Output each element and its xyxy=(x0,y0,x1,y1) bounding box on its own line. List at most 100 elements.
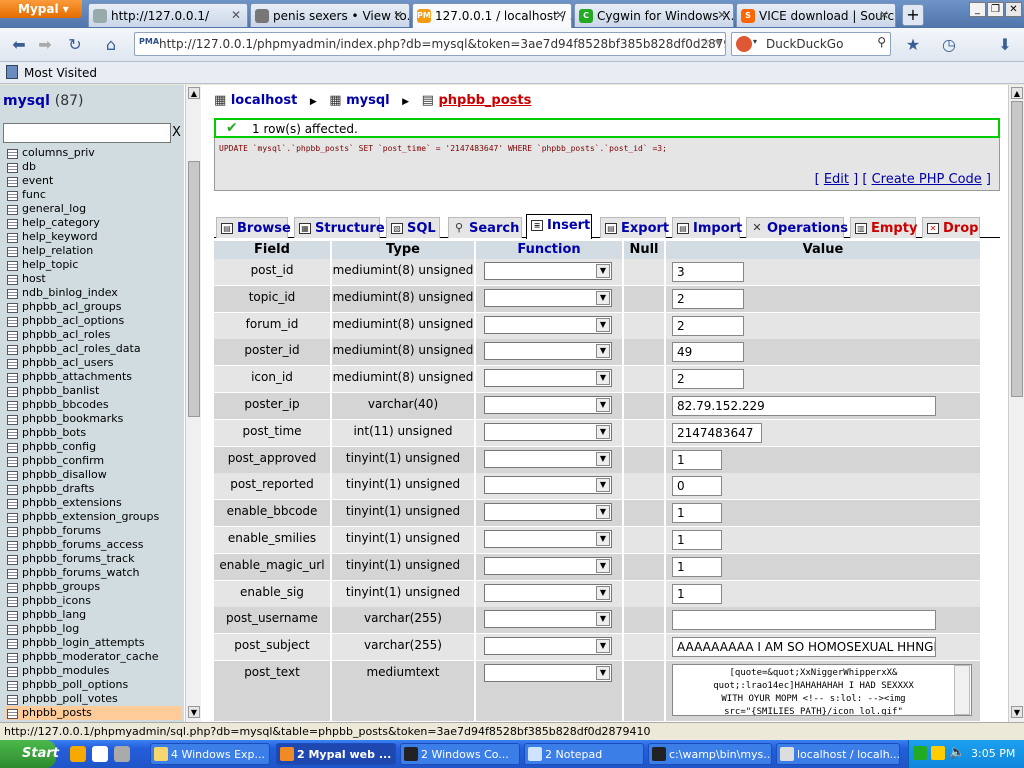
database-title[interactable]: mysql (87) xyxy=(3,93,84,109)
table-list-item[interactable]: phpbb_config xyxy=(6,440,182,454)
function-select[interactable]: ▼ xyxy=(484,262,612,280)
tab-search[interactable]: ⚲ Search xyxy=(448,217,522,238)
value-input[interactable]: 1 xyxy=(672,449,722,470)
value-input[interactable]: 2 xyxy=(672,315,744,336)
wamp-icon[interactable] xyxy=(913,746,927,760)
table-list-item[interactable]: phpbb_moderator_cache xyxy=(6,650,182,664)
table-list-item[interactable]: phpbb_acl_options xyxy=(6,314,182,328)
table-list-item[interactable]: phpbb_extension_groups xyxy=(6,510,182,524)
tab-import[interactable]: ▤ Import xyxy=(672,217,742,238)
table-list-item[interactable]: ndb_binlog_index xyxy=(6,286,182,300)
value-input[interactable]: 2 xyxy=(672,288,744,309)
table-filter-input[interactable] xyxy=(3,123,171,143)
tab-empty[interactable]: ▥ Empty xyxy=(850,217,917,238)
tab-sql[interactable]: ▧ SQL xyxy=(386,217,440,238)
table-list-item[interactable]: phpbb_forums xyxy=(6,524,182,538)
browser-tab-3[interactable]: PMA 127.0.0.1 / localhost / ... ✕ xyxy=(412,3,572,28)
textarea-scrollbar[interactable] xyxy=(954,665,970,715)
value-input[interactable]: 2147483647 xyxy=(672,422,762,443)
table-list-item[interactable]: phpbb_bots xyxy=(6,426,182,440)
table-list-item[interactable]: phpbb_drafts xyxy=(6,482,182,496)
home-button[interactable]: ⌂ xyxy=(98,32,124,58)
search-input[interactable]: ▾ DuckDuckGo ⚲ xyxy=(731,32,891,56)
breadcrumb-database[interactable]: mysql xyxy=(346,93,390,108)
value-textarea[interactable]: [quote=&quot;XxNiggerWhipperxX& quot;:lr… xyxy=(672,664,972,716)
scroll-up-icon[interactable]: ▲ xyxy=(1011,87,1023,99)
table-list-item[interactable]: help_keyword xyxy=(6,230,182,244)
edit-query-link[interactable]: Edit xyxy=(824,172,849,187)
table-list-item[interactable]: phpbb_posts xyxy=(6,706,182,720)
download-button[interactable]: ⬇ xyxy=(992,32,1018,58)
table-list-item[interactable]: phpbb_acl_groups xyxy=(6,300,182,314)
tab-browse[interactable]: ▤ Browse xyxy=(216,217,291,238)
table-list-item[interactable]: phpbb_forums_watch xyxy=(6,566,182,580)
minimize-button[interactable]: _ xyxy=(969,2,986,17)
table-list-item[interactable]: phpbb_lang xyxy=(6,608,182,622)
url-bar[interactable]: PMA http://127.0.0.1/phpmyadmin/index.ph… xyxy=(134,32,726,56)
table-list-item[interactable]: phpbb_forums_track xyxy=(6,552,182,566)
close-window-button[interactable]: ✕ xyxy=(1005,2,1022,17)
function-select[interactable]: ▼ xyxy=(484,610,612,629)
table-list-item[interactable]: event xyxy=(6,174,182,188)
search-engine-dropdown-icon[interactable]: ▾ xyxy=(753,37,757,46)
table-list-item[interactable]: columns_priv xyxy=(6,146,182,160)
function-select[interactable]: ▼ xyxy=(484,315,612,334)
table-list-item[interactable]: general_log xyxy=(6,202,182,216)
magnifier-icon[interactable]: ⚲ xyxy=(877,35,886,49)
function-select[interactable]: ▼ xyxy=(484,422,612,441)
scroll-down-icon[interactable]: ▼ xyxy=(188,706,200,718)
function-select[interactable]: ▼ xyxy=(484,476,612,495)
history-button[interactable]: ◷ xyxy=(936,32,962,58)
quicklaunch-app-icon[interactable] xyxy=(114,746,130,762)
value-input[interactable]: 0 xyxy=(672,476,722,497)
table-list-item[interactable]: phpbb_banlist xyxy=(6,384,182,398)
table-list-item[interactable]: db xyxy=(6,160,182,174)
most-visited-link[interactable]: Most Visited xyxy=(24,66,97,80)
task-mypal[interactable]: 2 Mypal web ... xyxy=(276,743,396,765)
scroll-down-icon[interactable]: ▼ xyxy=(1011,706,1023,718)
task-notepad[interactable]: 2 Notepad xyxy=(524,743,644,765)
table-list-item[interactable]: help_topic xyxy=(6,258,182,272)
left-scrollbar[interactable]: ▲ ▼ xyxy=(185,85,201,722)
browser-tab-5[interactable]: S VICE download | Sourc... ✕ xyxy=(736,3,896,27)
browser-tab-4[interactable]: C Cygwin for Windows X... ✕ xyxy=(574,3,734,27)
table-list-item[interactable]: host xyxy=(6,272,182,286)
tab-export[interactable]: ▤ Export xyxy=(600,217,669,238)
function-select[interactable]: ▼ xyxy=(484,637,612,656)
browser-tab-2[interactable]: penis sexers • View to... ✕ xyxy=(250,3,410,27)
scrollbar-thumb[interactable] xyxy=(188,161,200,417)
task-windows-console[interactable]: 2 Windows Co... xyxy=(400,743,520,765)
task-localhost[interactable]: localhost / localh... xyxy=(776,743,900,765)
close-icon[interactable]: ✕ xyxy=(879,8,889,22)
table-list-item[interactable]: phpbb_confirm xyxy=(6,454,182,468)
table-list-item[interactable]: phpbb_attachments xyxy=(6,370,182,384)
browser-tab-1[interactable]: http://127.0.0.1/ ✕ xyxy=(88,3,248,27)
breadcrumb-table[interactable]: phpbb_posts xyxy=(438,93,531,108)
tab-operations[interactable]: ✕ Operations xyxy=(746,217,848,238)
table-list-item[interactable]: phpbb_forums_access xyxy=(6,538,182,552)
breadcrumb-server[interactable]: localhost xyxy=(231,93,297,108)
start-button[interactable]: Start xyxy=(0,740,59,768)
tab-structure[interactable]: ▦ Structure xyxy=(294,217,385,238)
function-select[interactable]: ▼ xyxy=(484,449,612,468)
reload-button[interactable]: ↻ xyxy=(62,32,88,58)
value-input[interactable]: 3 xyxy=(672,262,744,282)
table-list-item[interactable]: help_category xyxy=(6,216,182,230)
value-input[interactable]: 1 xyxy=(672,583,722,604)
task-mysql-console[interactable]: c:\wamp\bin\mys... xyxy=(648,743,772,765)
table-list-item[interactable]: phpbb_disallow xyxy=(6,468,182,482)
function-select[interactable]: ▼ xyxy=(484,503,612,522)
table-list-item[interactable]: phpbb_bookmarks xyxy=(6,412,182,426)
function-select[interactable]: ▼ xyxy=(484,530,612,548)
app-menu-button[interactable]: Mypal ▾ xyxy=(0,0,82,18)
table-list-item[interactable]: phpbb_poll_options xyxy=(6,678,182,692)
forward-button[interactable]: ➡ xyxy=(32,32,58,58)
value-input[interactable]: 1 xyxy=(672,503,722,524)
close-icon[interactable]: ✕ xyxy=(555,8,565,22)
volume-icon[interactable]: 🔈 xyxy=(949,745,965,760)
table-list-item[interactable]: phpbb_poll_votes xyxy=(6,692,182,706)
create-php-code-link[interactable]: Create PHP Code xyxy=(872,172,982,187)
main-scrollbar[interactable]: ▲ ▼ xyxy=(1008,85,1024,722)
close-icon[interactable]: ✕ xyxy=(717,8,727,22)
quicklaunch-firefox-icon[interactable] xyxy=(70,746,86,762)
